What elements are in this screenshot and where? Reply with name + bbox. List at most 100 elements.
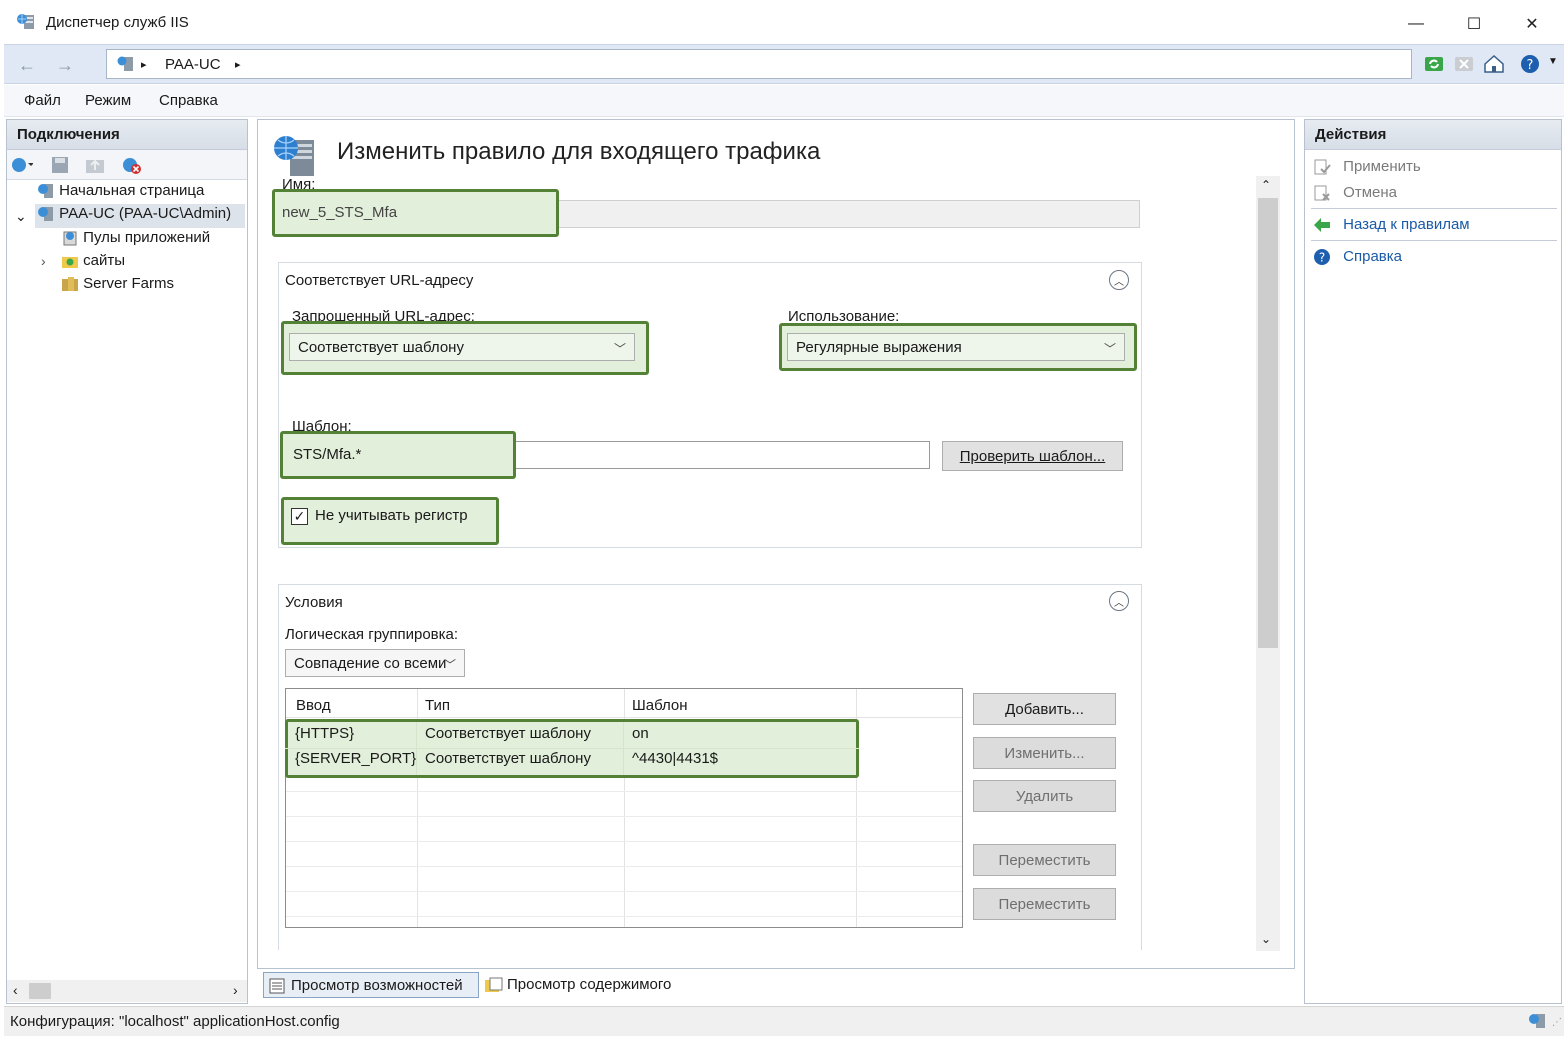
collapse-conditions-button[interactable]: ︿ xyxy=(1109,591,1129,611)
forward-arrow-icon: → xyxy=(56,54,74,75)
name-highlight: new_5_STS_Mfa xyxy=(272,189,559,237)
app-pools-icon xyxy=(63,231,77,246)
close-icon: ✕ xyxy=(1525,16,1539,33)
action-help-label: Справка xyxy=(1343,248,1403,265)
name-value: new_5_STS_Mfa xyxy=(282,204,398,221)
move-down-button[interactable]: Переместить xyxy=(973,888,1116,920)
scrollbar-thumb[interactable] xyxy=(1258,198,1278,648)
cell-type: Соответствует шаблону xyxy=(425,750,591,767)
server-status-icon xyxy=(1529,1014,1545,1028)
maximize-icon: ☐ xyxy=(1466,16,1482,33)
status-text: Конфигурация: "localhost" applicationHos… xyxy=(10,1013,340,1030)
menu-view[interactable]: Режим xyxy=(85,92,131,109)
horizontal-scrollbar[interactable]: ‹ › xyxy=(7,980,247,1002)
requested-url-select[interactable]: Соответствует шаблону ﹀ xyxy=(289,333,635,361)
ignore-case-checkbox[interactable]: ✓ xyxy=(291,508,308,525)
table-row[interactable]: {SERVER_PORT} Соответствует шаблону ^443… xyxy=(288,747,856,772)
sites-icon xyxy=(62,257,78,269)
maximize-button[interactable]: ☐ xyxy=(1446,8,1502,40)
tree-item-sites[interactable]: сайты xyxy=(61,252,125,270)
action-help[interactable]: ? Справка xyxy=(1313,248,1402,266)
table-row[interactable]: {HTTPS} Соответствует шаблону on xyxy=(288,722,856,747)
collapse-match-url-button[interactable]: ︿ xyxy=(1109,270,1129,290)
collapse-expander-icon[interactable]: ⌄ xyxy=(15,208,27,225)
disconnect-icon[interactable] xyxy=(121,155,143,175)
connections-panel: Подключения Начальная страница ⌄ PAA-UC … xyxy=(6,119,248,1004)
menu-bar: Файл Режим Справка xyxy=(4,85,1564,117)
refresh-icon[interactable] xyxy=(1422,52,1446,76)
cell-input: {HTTPS} xyxy=(295,725,355,742)
breadcrumb-server[interactable]: PAA-UC xyxy=(165,56,221,73)
scroll-left-icon[interactable]: ‹ xyxy=(13,982,18,998)
requested-url-value: Соответствует шаблону xyxy=(298,339,464,356)
back-button[interactable]: ← xyxy=(10,51,44,79)
using-select[interactable]: Регулярные выражения ﹀ xyxy=(787,333,1125,361)
scroll-up-icon[interactable]: ⌃ xyxy=(1261,178,1271,192)
column-header-pattern[interactable]: Шаблон xyxy=(632,697,688,714)
column-header-type[interactable]: Тип xyxy=(425,697,450,714)
back-arrow-icon: ← xyxy=(18,54,36,75)
expand-expander-icon[interactable]: › xyxy=(41,253,46,269)
tree-item-start-page[interactable]: Начальная страница xyxy=(37,182,204,200)
move-up-label: Переместить xyxy=(998,851,1091,869)
close-button[interactable]: ✕ xyxy=(1504,8,1560,40)
tree-item-server-farms[interactable]: Server Farms xyxy=(61,275,174,293)
tree-item-label: сайты xyxy=(83,252,126,269)
actions-header: Действия xyxy=(1305,120,1561,150)
action-cancel[interactable]: Отмена xyxy=(1313,184,1397,202)
remove-condition-button[interactable]: Удалить xyxy=(973,780,1116,812)
action-back-to-rules[interactable]: Назад к правилам xyxy=(1313,216,1470,234)
add-condition-label: Добавить... xyxy=(1005,700,1084,718)
tree-item-label: PAA-UC (PAA-UC\Admin) xyxy=(59,205,232,222)
actions-panel: Действия Применить Отмена Назад к правил… xyxy=(1304,119,1562,1004)
chevron-down-icon: ﹀ xyxy=(1103,342,1116,356)
tree-item-app-pools[interactable]: Пулы приложений xyxy=(61,229,210,247)
resize-grip-icon[interactable]: ⋰ xyxy=(1552,1017,1562,1028)
scroll-right-icon[interactable]: › xyxy=(233,982,238,998)
help-dropdown-icon[interactable]: ▼ xyxy=(1548,56,1558,67)
connections-toolbar xyxy=(7,150,247,180)
features-view-icon xyxy=(269,978,285,994)
chevron-down-icon: ﹀ xyxy=(443,658,456,672)
edit-condition-button[interactable]: Изменить... xyxy=(973,737,1116,769)
minimize-icon: — xyxy=(1408,15,1424,32)
tab-content-view[interactable]: Просмотр содержимого xyxy=(482,972,702,998)
iis-app-icon xyxy=(17,14,34,29)
cell-input: {SERVER_PORT} xyxy=(295,750,417,767)
tab-content-label: Просмотр содержимого xyxy=(507,976,672,993)
action-apply-label: Применить xyxy=(1343,158,1421,175)
help-icon: ? xyxy=(1314,249,1330,266)
tab-features-label: Просмотр возможностей xyxy=(291,977,463,994)
test-pattern-button[interactable]: Проверить шаблон... xyxy=(942,441,1123,471)
server-icon xyxy=(117,56,133,71)
ignore-case-label[interactable]: Не учитывать регистр xyxy=(315,507,468,524)
forward-button[interactable]: → xyxy=(48,51,82,79)
home-icon[interactable] xyxy=(1482,52,1506,76)
breadcrumb-separator: ▸ xyxy=(141,59,147,71)
menu-file[interactable]: Файл xyxy=(24,92,61,109)
tab-features-view[interactable]: Просмотр возможностей xyxy=(263,972,479,998)
grouping-select[interactable]: Совпадение со всеми ﹀ xyxy=(285,649,465,677)
connect-icon[interactable] xyxy=(11,156,33,174)
move-up-button[interactable]: Переместить xyxy=(973,844,1116,876)
tree-item-server[interactable]: PAA-UC (PAA-UC\Admin) xyxy=(35,204,245,228)
help-icon[interactable]: ? xyxy=(1518,52,1542,76)
add-condition-button[interactable]: Добавить... xyxy=(973,693,1116,725)
scrollbar-thumb[interactable] xyxy=(29,983,51,999)
scroll-down-icon[interactable]: ⌄ xyxy=(1261,932,1271,946)
title-bar: Диспетчер служб IIS — ☐ ✕ xyxy=(4,2,1564,44)
chevron-down-icon: ﹀ xyxy=(613,342,626,356)
save-icon[interactable] xyxy=(51,156,69,174)
edit-condition-label: Изменить... xyxy=(1004,744,1085,762)
action-back-label: Назад к правилам xyxy=(1343,216,1470,233)
up-folder-icon[interactable] xyxy=(85,156,105,174)
menu-help[interactable]: Справка xyxy=(159,92,218,109)
back-arrow-icon xyxy=(1314,218,1330,233)
window-title: Диспетчер служб IIS xyxy=(46,14,189,31)
action-apply[interactable]: Применить xyxy=(1313,158,1421,176)
stop-icon[interactable] xyxy=(1452,52,1476,76)
address-field[interactable]: ▸ PAA-UC ▸ xyxy=(106,49,1412,79)
status-bar: Конфигурация: "localhost" applicationHos… xyxy=(4,1006,1564,1036)
minimize-button[interactable]: — xyxy=(1388,8,1444,40)
column-header-input[interactable]: Ввод xyxy=(296,697,331,714)
